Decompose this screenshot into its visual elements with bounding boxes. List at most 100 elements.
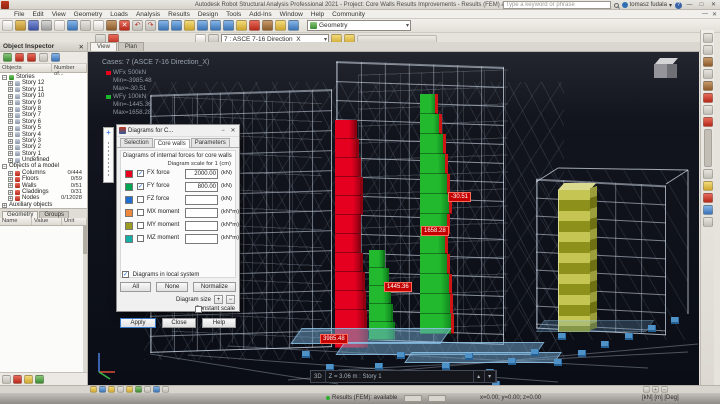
new-project-icon[interactable] — [2, 20, 13, 31]
results-tool-icon[interactable] — [702, 193, 713, 203]
expand-icon[interactable] — [8, 87, 13, 93]
layout-selector-combo[interactable]: Geometry — [307, 20, 411, 32]
force-checkbox[interactable] — [137, 196, 144, 203]
options-tool-icon[interactable] — [702, 217, 713, 227]
expand-icon[interactable] — [8, 157, 13, 163]
all-button[interactable]: All — [120, 282, 152, 292]
display-options-icon[interactable] — [288, 20, 299, 31]
column-number[interactable]: Number of... — [52, 64, 87, 77]
toolbar-scrollbar[interactable] — [703, 129, 712, 167]
tab-groups[interactable]: Groups — [39, 211, 70, 218]
paste-icon[interactable] — [106, 20, 117, 31]
tools-hammer-icon[interactable] — [262, 20, 273, 31]
column-objects[interactable]: Objects — [0, 64, 52, 72]
dialog-close-icon[interactable]: ✕ — [229, 127, 237, 134]
zoom-extents-icon[interactable] — [643, 386, 650, 393]
force-checkbox[interactable] — [137, 222, 144, 229]
cut-icon[interactable] — [80, 20, 91, 31]
panel-tool-icon[interactable] — [702, 69, 713, 79]
force-checkbox[interactable] — [137, 235, 144, 242]
scale-value-input[interactable] — [185, 195, 218, 205]
expand-panel-icon[interactable]: + — [106, 128, 111, 137]
calc-tool-icon[interactable] — [702, 181, 713, 191]
expand-icon[interactable] — [8, 170, 13, 176]
refresh-icon[interactable] — [35, 374, 44, 384]
sections-toggle-icon[interactable] — [135, 386, 142, 393]
none-button[interactable]: None — [156, 282, 188, 292]
redo-icon[interactable]: ↷ — [145, 20, 156, 31]
close-dialog-button[interactable]: Close — [162, 318, 196, 328]
force-checkbox[interactable] — [137, 209, 144, 216]
minimize-button[interactable]: — — [685, 1, 694, 9]
help-icon[interactable]: ? — [675, 1, 682, 9]
table-view-icon[interactable] — [3, 53, 12, 62]
expand-icon[interactable] — [8, 100, 13, 106]
calculator-icon[interactable] — [184, 20, 195, 31]
search-icon[interactable] — [613, 2, 619, 8]
expand-icon[interactable] — [8, 196, 13, 202]
menu-item[interactable]: Geometry — [74, 11, 103, 18]
expand-icon[interactable] — [8, 125, 13, 131]
menu-item[interactable]: Window — [280, 11, 303, 18]
edit-pencil-icon[interactable] — [249, 20, 260, 31]
expand-icon[interactable] — [8, 93, 13, 99]
menu-item[interactable]: File — [14, 11, 24, 18]
scale-value-input[interactable]: 800.00 — [185, 182, 218, 192]
tab-selection[interactable]: Selection — [120, 138, 153, 147]
flag-icon[interactable] — [13, 374, 22, 384]
maximize-button[interactable]: □ — [697, 1, 706, 9]
size-decrease-button[interactable]: − — [226, 295, 235, 304]
search-input[interactable] — [502, 1, 611, 9]
menu-item[interactable]: Results — [168, 11, 190, 18]
collapsed-panel-tab[interactable]: + — [103, 127, 114, 183]
sort-icon[interactable] — [2, 374, 11, 384]
menu-item[interactable]: Loads — [110, 11, 128, 18]
story-up-button[interactable]: ▴ — [474, 371, 485, 382]
axes-toggle-icon[interactable] — [99, 386, 106, 393]
tab-plan[interactable]: Plan — [117, 42, 144, 51]
constant-scale-checkbox[interactable] — [195, 305, 203, 313]
doc-close-button[interactable]: ✕ — [712, 11, 717, 18]
tab-geometry[interactable]: Geometry — [2, 211, 39, 218]
undo-icon[interactable]: ↶ — [132, 20, 143, 31]
numbers-toggle-icon[interactable] — [117, 386, 124, 393]
scale-value-input[interactable]: 2000.00 — [185, 169, 218, 179]
expand-icon[interactable] — [8, 183, 13, 189]
expand-icon[interactable] — [8, 119, 13, 125]
menu-item[interactable]: View — [52, 11, 66, 18]
size-increase-button[interactable]: + — [214, 295, 223, 304]
supports-toggle-icon[interactable] — [126, 386, 133, 393]
wrench-icon[interactable] — [275, 20, 286, 31]
panel-close-icon[interactable]: ✕ — [79, 43, 84, 51]
force-checkbox[interactable] — [137, 183, 144, 190]
help-button[interactable]: Help — [202, 318, 236, 328]
select-tool-icon[interactable] — [702, 33, 713, 43]
expand-icon[interactable] — [8, 132, 13, 138]
menu-item[interactable]: Community — [332, 11, 365, 18]
force-checkbox[interactable] — [137, 170, 144, 177]
dialog-minimize-icon[interactable]: − — [219, 128, 227, 134]
bar-tool-icon[interactable] — [702, 57, 713, 67]
status-field[interactable] — [428, 395, 446, 402]
menu-item[interactable]: Add-Ins — [249, 11, 271, 18]
menu-item[interactable]: Help — [311, 11, 324, 18]
doc-minimize-button[interactable]: — — [702, 11, 708, 18]
expand-icon[interactable] — [8, 189, 13, 195]
delete-icon[interactable]: ✕ — [119, 20, 130, 31]
expand-icon[interactable] — [8, 144, 13, 150]
scrollbar[interactable] — [83, 226, 87, 372]
menu-item[interactable]: Edit — [32, 11, 43, 18]
normalize-button[interactable]: Normalize — [192, 282, 236, 292]
expand-icon[interactable] — [8, 113, 13, 119]
close-button[interactable]: ✕ — [709, 1, 718, 9]
expand-icon[interactable] — [8, 176, 13, 182]
support-tool-icon[interactable] — [702, 105, 713, 115]
load-tool-icon[interactable] — [702, 117, 713, 127]
print-preview-icon[interactable] — [54, 20, 65, 31]
screen-capture-icon[interactable] — [67, 20, 78, 31]
local-system-checkbox[interactable] — [122, 271, 129, 278]
find-icon[interactable] — [39, 53, 48, 62]
dialog-title-bar[interactable]: Diagrams for C... − ✕ — [117, 125, 239, 137]
save-icon[interactable] — [28, 20, 39, 31]
filter-icon[interactable] — [15, 53, 24, 62]
